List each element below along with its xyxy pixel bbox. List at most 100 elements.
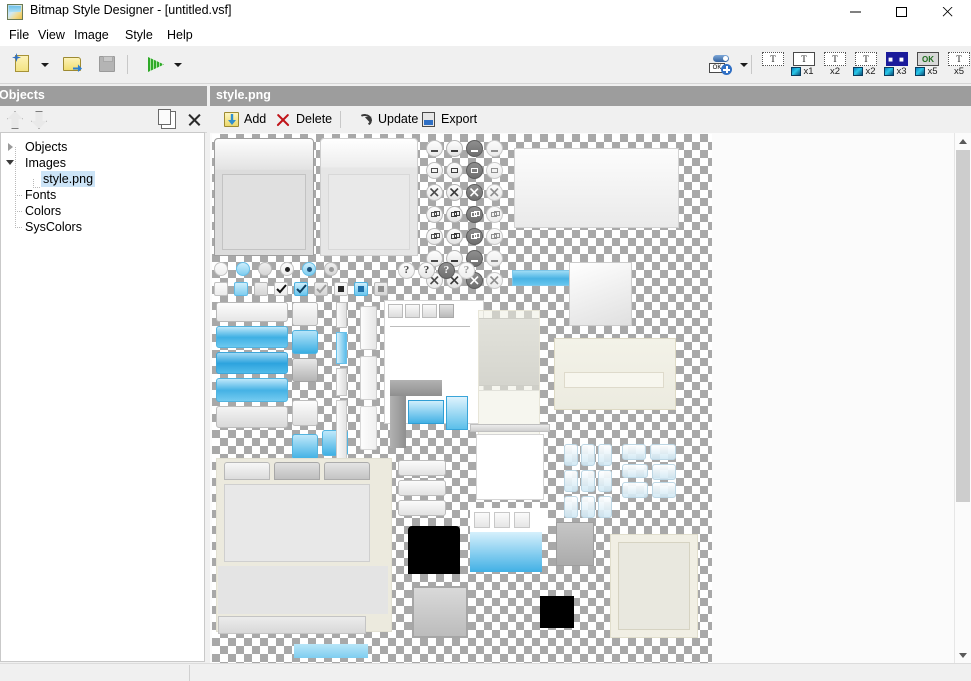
menu-image[interactable]: Image: [69, 26, 114, 44]
sprite-statusbar: [218, 616, 366, 634]
sprite-strip-1: [470, 424, 550, 432]
document-title: style.png: [216, 88, 271, 102]
move-up-button[interactable]: [2, 107, 26, 131]
sprite-radio: [214, 262, 228, 276]
copy-icon: [158, 109, 176, 129]
remove-button[interactable]: [183, 107, 207, 131]
sprite-caption-button-max: [466, 162, 483, 179]
zoom-x5-icon: OK: [917, 52, 939, 66]
canvas-vertical-scrollbar[interactable]: [954, 133, 971, 664]
sprite-radio-dot: [328, 266, 334, 272]
sprite-caption-button-min: [466, 140, 483, 157]
zoom-fit-icon: T: [762, 52, 784, 66]
sprite-smallbutton-1: [292, 302, 318, 326]
minimize-glyph: [471, 150, 478, 152]
sprite-button-pressed: [216, 352, 288, 374]
style-bitmap-sheet[interactable]: ????: [212, 134, 712, 663]
zoom-x3-button[interactable]: ■ ■ x3: [882, 51, 912, 79]
restore-glyph: [431, 211, 440, 217]
duplicate-button[interactable]: [156, 107, 180, 131]
minimize-glyph: [451, 150, 458, 152]
delete-button-label: Delete: [296, 112, 333, 126]
close-button[interactable]: [925, 0, 971, 24]
open-file-button[interactable]: [58, 51, 86, 77]
menu-help[interactable]: Help: [162, 26, 198, 44]
run-play-icon: [148, 57, 164, 72]
sprite-tab-1: [224, 462, 270, 480]
sprite-toolbtn-1: [388, 304, 403, 318]
sprite-help-row: ????: [398, 260, 478, 300]
scroll-thumb[interactable]: [956, 150, 970, 502]
menu-file[interactable]: File: [4, 26, 34, 44]
save-file-button[interactable]: [93, 51, 121, 77]
sprite-glass-part: [581, 496, 595, 518]
add-style-button[interactable]: OK: [705, 51, 735, 77]
sprite-black-block-1: [408, 526, 460, 574]
minimize-glyph: [491, 150, 498, 152]
zoom-x2-button[interactable]: T x2: [820, 51, 850, 79]
main-toolbar: OK T T x1 T x2 T x2 ■ ■ x3 OK x5 T x5: [0, 46, 971, 84]
sprite-glass-part: [564, 444, 578, 466]
export-icon: [422, 112, 435, 127]
sprite-checkbox: [334, 282, 348, 296]
delete-button[interactable]: Delete: [276, 109, 332, 130]
sprite-stack-btn-3: [398, 500, 446, 516]
sprite-glass-part: [598, 496, 612, 518]
tree-connector: [15, 195, 23, 196]
sprite-radio: [236, 262, 250, 276]
zoom-x5-button[interactable]: OK x5: [913, 51, 943, 79]
menu-view[interactable]: View: [33, 26, 70, 44]
sprite-checkbox-indeterminate: [338, 286, 344, 292]
move-down-button[interactable]: [26, 107, 50, 131]
sprite-frame-block: [412, 586, 468, 638]
sprite-glass-part: [622, 444, 646, 460]
restore-glyph: [471, 233, 480, 239]
sprite-help-button: ?: [398, 262, 415, 279]
new-file-icon: [15, 55, 29, 72]
document-toolbar: Add Delete Update Export: [210, 106, 971, 134]
tree-expander-images[interactable]: [5, 155, 17, 171]
tree-expander-objects[interactable]: [5, 139, 17, 155]
sprite-scroll-thumb-1: [336, 302, 347, 328]
sprite-caption-button-min: [486, 140, 503, 157]
add-style-dropdown[interactable]: [737, 51, 750, 77]
sprite-glass-part: [564, 496, 578, 518]
document-caption: style.png: [210, 86, 971, 106]
sprite-checkbox: [214, 282, 228, 296]
menu-bar: File View Image Style Help: [0, 24, 971, 46]
scroll-down-arrow[interactable]: [955, 647, 971, 664]
sprite-radio-dot: [284, 266, 290, 272]
update-button[interactable]: Update: [356, 109, 419, 130]
sprite-check-row: [214, 280, 394, 300]
sprite-panel-white: [569, 262, 632, 326]
add-button[interactable]: Add: [224, 109, 266, 130]
zoom-x1-button[interactable]: T x1: [789, 51, 819, 79]
objects-tree[interactable]: Objects Images style.png Fonts Colors Sy…: [0, 132, 205, 662]
sprite-radio-dot: [306, 266, 312, 272]
sprite-glass-part: [598, 444, 612, 466]
zoom-fit-button[interactable]: T: [758, 51, 788, 79]
canvas-scroll-area[interactable]: ????: [210, 133, 952, 664]
sprite-checkbox: [374, 282, 388, 296]
document-toolbar-separator: [340, 111, 341, 128]
update-button-label: Update: [378, 112, 419, 126]
scroll-up-arrow[interactable]: [955, 133, 971, 150]
sprite-scroll-thumb-v3: [360, 406, 377, 450]
export-button[interactable]: Export: [421, 109, 477, 130]
menu-style[interactable]: Style: [120, 26, 158, 44]
new-file-dropdown[interactable]: [38, 51, 51, 77]
sprite-glass-part: [622, 482, 648, 498]
sprite-checkbox: [234, 282, 248, 296]
zoom-x5b-button[interactable]: T x5: [944, 51, 971, 79]
run-dropdown[interactable]: [171, 51, 184, 77]
sprite-radio: [324, 262, 338, 276]
sprite-gray-block: [556, 522, 594, 566]
zoom-x2b-label: x2: [865, 66, 876, 77]
add-image-icon: [224, 112, 239, 127]
new-file-button[interactable]: [8, 51, 36, 77]
run-button[interactable]: [141, 51, 169, 77]
maximize-button[interactable]: [879, 0, 925, 24]
minimize-button[interactable]: [833, 0, 879, 24]
sprite-help-button: ?: [458, 262, 475, 279]
zoom-x2b-button[interactable]: T x2: [851, 51, 881, 79]
